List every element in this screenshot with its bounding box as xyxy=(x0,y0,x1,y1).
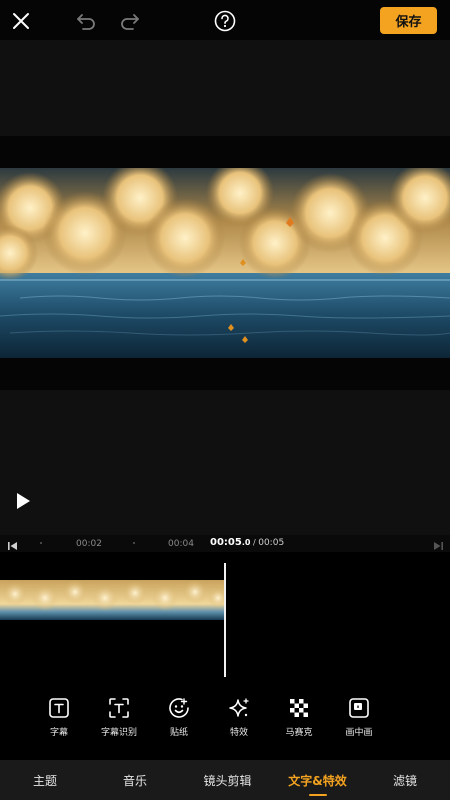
tool-mosaic[interactable]: 马赛克 xyxy=(269,697,329,738)
help-icon[interactable] xyxy=(212,8,238,34)
tool-label: 贴纸 xyxy=(169,728,188,738)
redo-icon[interactable] xyxy=(117,8,143,34)
tab-filter[interactable]: 滤镜 xyxy=(360,760,450,800)
effects-sparkle-icon xyxy=(229,698,249,717)
tool-subtitle-recognition[interactable]: 字幕识别 xyxy=(89,697,149,738)
tool-sticker[interactable]: 贴纸 xyxy=(149,697,209,738)
letterbox-bottom xyxy=(0,358,450,390)
tool-subtitle[interactable]: 字幕 xyxy=(29,697,89,738)
subtitle-recognition-icon xyxy=(109,698,129,718)
ruler-tick-label: 00:02 xyxy=(76,539,102,549)
video-clip-thumbnails[interactable] xyxy=(0,580,225,620)
tool-label: 特效 xyxy=(229,728,248,738)
tab-clip-editing[interactable]: 镜头剪辑 xyxy=(180,760,275,800)
tool-label: 字幕 xyxy=(49,728,68,738)
tab-music[interactable]: 音乐 xyxy=(90,760,180,800)
skip-to-start-icon[interactable] xyxy=(7,537,19,550)
letterbox-top xyxy=(0,136,450,168)
sticker-icon xyxy=(169,698,189,718)
tool-label: 马赛克 xyxy=(285,728,313,738)
tool-label: 字幕识别 xyxy=(100,728,137,738)
ruler-tick xyxy=(133,542,135,544)
tool-label: 画中画 xyxy=(345,728,373,738)
current-timecode: 00:05.0 / 00:05 xyxy=(210,537,284,548)
tool-picture-in-picture[interactable]: 画中画 xyxy=(329,697,389,738)
ruler-tick-label: 00:04 xyxy=(168,539,194,549)
subtitle-icon xyxy=(49,698,69,718)
total-time: 00:05 xyxy=(258,538,285,548)
current-time: 00:05 xyxy=(210,537,242,548)
play-icon[interactable] xyxy=(14,492,32,510)
playhead[interactable] xyxy=(224,563,226,677)
close-icon[interactable] xyxy=(8,8,34,34)
tab-theme[interactable]: 主题 xyxy=(0,760,90,800)
save-button[interactable]: 保存 xyxy=(380,7,437,34)
video-frame xyxy=(0,168,450,358)
active-tab-indicator xyxy=(309,794,327,796)
ruler-tick xyxy=(40,542,42,544)
sky-and-sea-image xyxy=(0,168,450,358)
picture-in-picture-icon xyxy=(349,698,369,718)
undo-icon[interactable] xyxy=(73,8,99,34)
mosaic-icon xyxy=(290,699,308,717)
skip-to-end-icon[interactable] xyxy=(432,537,444,550)
tool-effects[interactable]: 特效 xyxy=(209,697,269,738)
